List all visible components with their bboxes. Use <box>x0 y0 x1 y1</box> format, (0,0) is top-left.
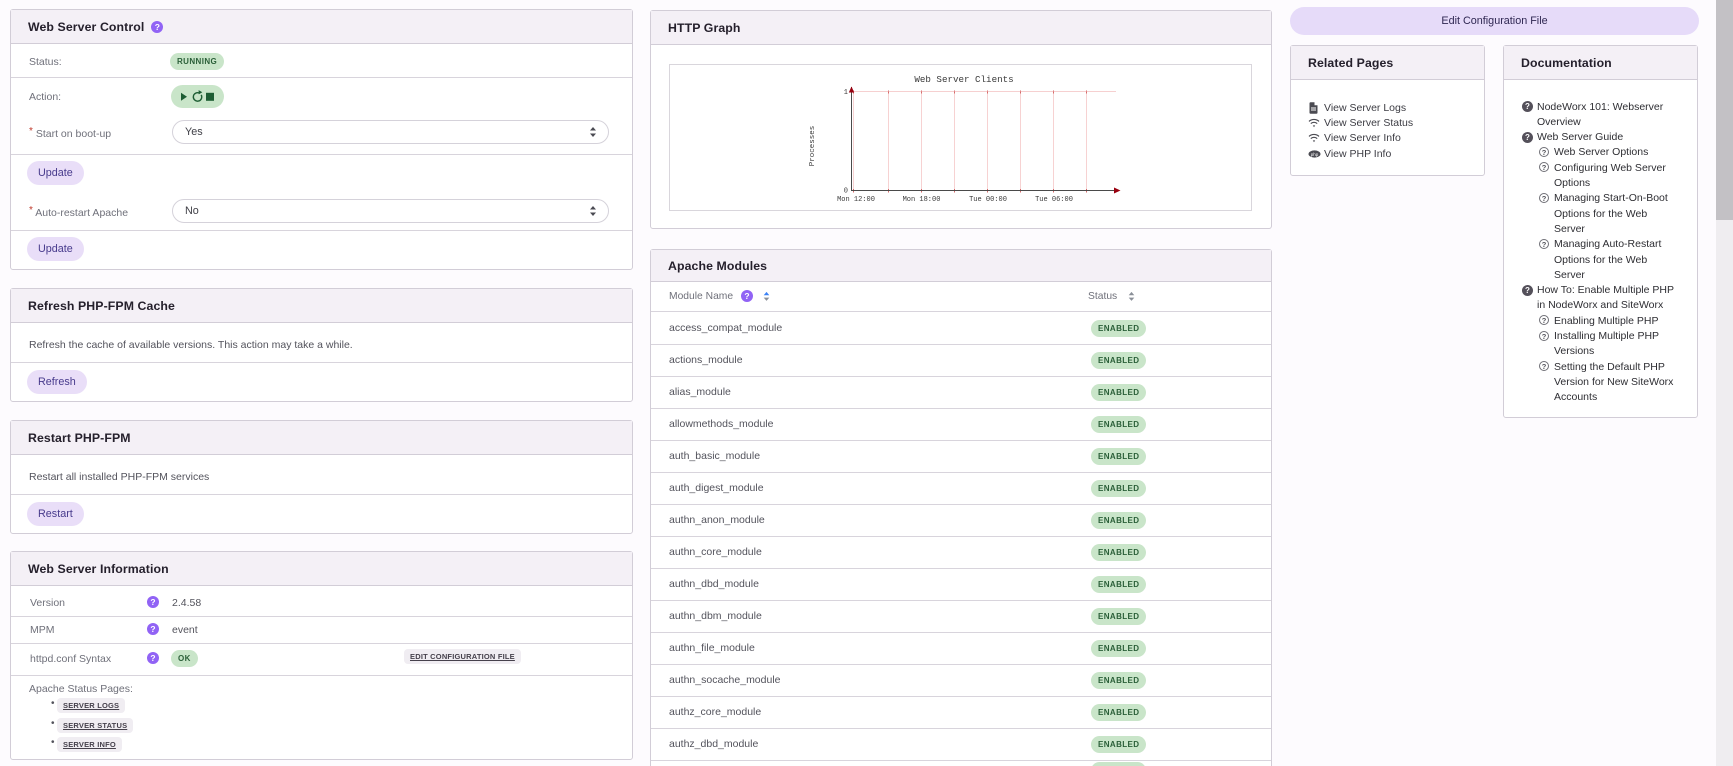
svg-text:0: 0 <box>844 188 848 196</box>
svg-text:Mon 12:00: Mon 12:00 <box>837 196 875 204</box>
svg-text:Tue 00:00: Tue 00:00 <box>969 196 1007 204</box>
svg-text:Tue 06:00: Tue 06:00 <box>1035 196 1073 204</box>
svg-text:php: php <box>1311 152 1319 157</box>
svg-text:1: 1 <box>844 89 848 97</box>
svg-text:Processes: Processes <box>809 126 817 167</box>
svg-text:Mon 18:00: Mon 18:00 <box>903 196 941 204</box>
svg-text:Web Server Clients: Web Server Clients <box>914 74 1013 85</box>
